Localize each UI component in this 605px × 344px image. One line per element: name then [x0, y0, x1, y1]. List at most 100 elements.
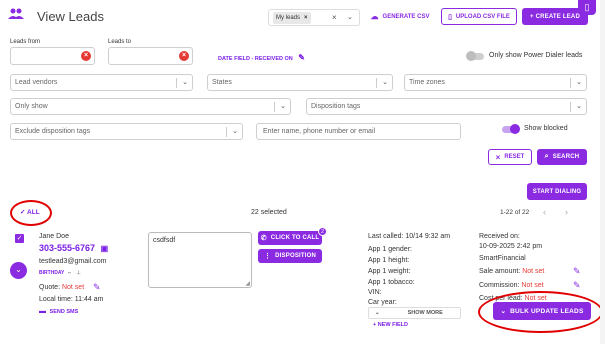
- disposition-label: DISPOSITION: [275, 253, 317, 259]
- start-dialing-button[interactable]: START DIALING: [527, 183, 587, 200]
- last-called: Last called: 10/14 9:32 am: [368, 233, 451, 240]
- separator: [570, 78, 571, 88]
- click-to-call-button[interactable]: ✆ CLICK TO CALL: [258, 231, 322, 245]
- search-icon: ⌕: [544, 153, 549, 160]
- separator: [376, 78, 377, 88]
- lead-phone-text: 303-555-6767: [39, 243, 96, 253]
- chevron-down-icon: ⌄: [280, 103, 286, 110]
- call-count-badge: 2: [318, 227, 327, 236]
- new-field-button[interactable]: + NEW FIELD: [373, 322, 408, 328]
- show-blocked-toggle[interactable]: [502, 124, 520, 134]
- message-icon: ▬: [39, 308, 46, 315]
- field-app1-height: App 1 height:: [368, 257, 410, 264]
- quote-value: Not set: [61, 284, 85, 291]
- resize-handle-icon[interactable]: ◢: [245, 280, 250, 287]
- create-lead-label: + CREATE LEAD: [530, 13, 580, 20]
- lead-vendors-select[interactable]: Lead vendors ⌄: [10, 74, 193, 91]
- states-select[interactable]: States ⌄: [207, 74, 393, 91]
- birthday-label: BIRTHDAY: [39, 270, 65, 276]
- separator: [176, 78, 177, 88]
- annotation-circle-bulk: [478, 291, 603, 333]
- power-dialer-label: Only show Power Dialer leads: [489, 52, 583, 59]
- sale-amount-value: Not set: [522, 268, 545, 275]
- chevron-down-icon[interactable]: ⌄: [347, 13, 353, 21]
- reset-label: RESET: [504, 154, 525, 160]
- commission-label: Commission:: [479, 282, 520, 289]
- leads-to-label: Leads to: [108, 39, 132, 45]
- pencil-icon[interactable]: ✎: [298, 53, 305, 62]
- search-label: SEARCH: [552, 154, 580, 160]
- annotation-circle-all: [10, 200, 52, 226]
- new-field-label: + NEW FIELD: [373, 322, 408, 328]
- dialer-phone-icon[interactable]: ▯: [578, 0, 596, 15]
- quote-row: Quote: Not set: [39, 284, 84, 291]
- note-text: csdfsdf: [153, 237, 176, 244]
- exclude-tags-select[interactable]: Exclude disposition tags ⌄: [10, 123, 243, 140]
- send-sms-button[interactable]: ▬ SEND SMS: [39, 308, 78, 315]
- time-zones-select[interactable]: Time zones ⌄: [404, 74, 587, 91]
- leads-from-label: Leads from: [10, 39, 41, 45]
- lead-checkbox[interactable]: ✓: [15, 234, 24, 243]
- search-placeholder: Enter name, phone number or email: [263, 128, 376, 135]
- chevron-down-icon: ⌄: [382, 79, 388, 86]
- time-zones-placeholder: Time zones: [409, 79, 445, 86]
- field-app1-weight: App 1 weight:: [368, 268, 411, 275]
- quote-label: Quote:: [39, 284, 61, 291]
- generate-csv-button[interactable]: ☁ GENERATE CSV: [366, 8, 434, 25]
- received-value: 10-09-2025 2:42 pm: [479, 243, 543, 250]
- states-placeholder: States: [212, 79, 232, 86]
- local-time: Local time: 11:44 am: [39, 296, 104, 303]
- toggle-knob: [510, 124, 520, 134]
- click-to-call-label: CLICK TO CALL: [270, 235, 320, 241]
- edit-quote-icon[interactable]: ✎: [93, 282, 101, 293]
- sale-amount-row: Sale amount: Not set: [479, 268, 544, 275]
- disposition-button[interactable]: ⋮ DISPOSITION: [258, 249, 322, 263]
- search-button[interactable]: ⌕ SEARCH: [537, 149, 587, 165]
- separator: [274, 102, 275, 112]
- clear-icon[interactable]: ×: [332, 13, 337, 22]
- sale-amount-label: Sale amount:: [479, 268, 521, 275]
- note-textarea[interactable]: csdfsdf ◢: [148, 232, 252, 288]
- right-edge-panel: [600, 0, 605, 344]
- edit-sale-amount-icon[interactable]: ✎: [573, 266, 581, 277]
- clear-to-icon[interactable]: ×: [179, 51, 189, 61]
- list-select[interactable]: My leads × × ⌄: [268, 9, 360, 26]
- next-page-icon[interactable]: ›: [565, 207, 568, 217]
- received-label: Received on:: [479, 233, 520, 240]
- chevron-down-icon: ⌄: [182, 79, 188, 86]
- toggle-knob: [466, 51, 476, 61]
- reset-button[interactable]: × RESET: [488, 149, 532, 165]
- show-blocked-label: Show blocked: [524, 125, 568, 132]
- date-field-selector[interactable]: DATE FIELD - RECEIVED ON ✎: [218, 53, 305, 62]
- separator: [570, 102, 571, 112]
- expand-button[interactable]: ⌄: [10, 262, 27, 279]
- chevron-down-icon: ⌄: [576, 79, 582, 86]
- header-people-icon: [8, 8, 24, 20]
- edit-commission-icon[interactable]: ✎: [573, 280, 581, 291]
- date-field-label: DATE FIELD - RECEIVED ON: [218, 56, 293, 62]
- upload-csv-button[interactable]: ▯ UPLOAD CSV FILE: [441, 8, 517, 25]
- close-icon: ×: [495, 152, 501, 162]
- list-chip-label: My leads: [276, 15, 301, 21]
- disposition-tags-placeholder: Disposition tags: [311, 103, 361, 110]
- field-vin: VIN:: [368, 289, 382, 296]
- chip-close-icon[interactable]: ×: [304, 12, 308, 24]
- list-chip[interactable]: My leads ×: [273, 12, 311, 24]
- clear-from-icon[interactable]: ×: [81, 51, 91, 61]
- search-input[interactable]: Enter name, phone number or email: [256, 123, 461, 140]
- cake-icon[interactable]: ⊥: [76, 270, 80, 276]
- only-show-select[interactable]: Only show ⌄: [10, 98, 291, 115]
- prev-page-icon[interactable]: ‹: [543, 207, 546, 217]
- pagination-text: 1-22 of 22: [500, 209, 530, 216]
- show-more-label: SHOW MORE: [407, 310, 443, 316]
- file-icon: ▯: [448, 13, 452, 21]
- lead-phone[interactable]: 303-555-6767 ▣: [39, 243, 108, 253]
- disposition-tags-select[interactable]: Disposition tags ⌄: [306, 98, 587, 115]
- phone-icon: ✆: [260, 235, 267, 242]
- show-more-button[interactable]: ⌄ SHOW MORE: [368, 307, 461, 319]
- power-dialer-toggle[interactable]: [466, 51, 484, 61]
- chevron-down-icon: ⌄: [232, 128, 238, 135]
- upload-csv-label: UPLOAD CSV FILE: [455, 13, 510, 20]
- chevron-down-icon: ⌄: [576, 103, 582, 110]
- copy-icon[interactable]: ▣: [101, 244, 109, 253]
